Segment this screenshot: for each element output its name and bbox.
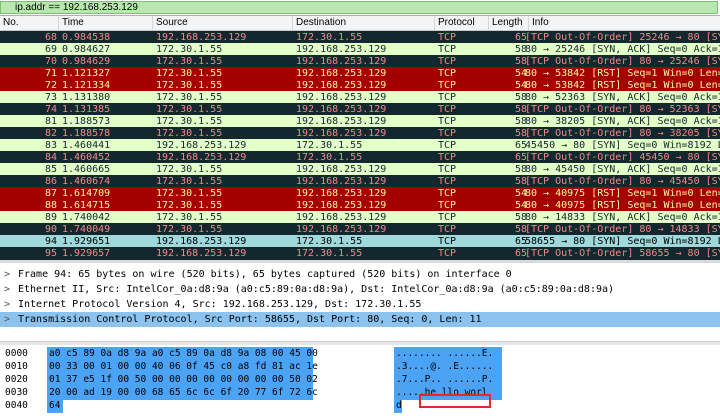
expand-chevron-icon[interactable]: > [4,282,10,297]
packet-list[interactable]: 68 0.984538 192.168.253.129 172.30.1.55 TCP 6… [0,31,720,260]
detail-tree-item[interactable]: > Internet Protocol Version 4, Src: 192.1… [0,297,720,312]
packet-cell-src: 192.168.253.129 [156,248,247,259]
column-header-time[interactable]: Time [62,17,84,29]
hex-dump-row: 0020 01 37 e5 1f 00 50 00 00 00 00 00 00 … [0,373,720,387]
hex-offset: 0010 [5,361,28,372]
packet-cell-dst: 172.30.1.55 [296,248,363,259]
hex-dump-row: 0040 64 d [0,399,720,413]
packet-cell-no: 95 [44,248,57,259]
display-filter-bar: ip.addr == 192.168.253.129 [0,0,720,16]
column-header-destination[interactable]: Destination [296,17,346,29]
hex-dump-row: 0010 00 33 00 01 00 00 40 06 0f 45 c0 a8 … [0,360,720,374]
expand-chevron-icon[interactable]: > [4,267,10,282]
packet-bytes-pane[interactable]: 0000 a0 c5 89 0a d8 9a a0 c5 89 0a d8 9a … [0,347,720,420]
detail-tree-item[interactable]: > Transmission Control Protocol, Src Port… [0,312,720,327]
expand-chevron-icon[interactable]: > [4,312,10,327]
expand-chevron-icon[interactable]: > [4,297,10,312]
hex-offset: 0020 [5,374,28,385]
hex-bytes[interactable]: 64 [49,399,60,413]
detail-tree-label: Frame 94: 65 bytes on wire (520 bits), 6… [18,269,512,280]
hex-bytes[interactable]: a0 c5 89 0a d8 9a a0 c5 89 0a d8 9a 08 0… [49,347,318,361]
detail-tree-label: Internet Protocol Version 4, Src: 192.16… [18,299,422,310]
hex-offset: 0040 [5,400,28,411]
hex-bytes[interactable]: 20 00 ad 19 00 00 68 65 6c 6c 6f 20 77 6… [49,386,318,400]
packet-list-header: No. Time Source Destination Protocol Len… [0,16,720,31]
hex-bytes[interactable]: 01 37 e5 1f 00 50 00 00 00 00 00 00 00 0… [49,373,318,387]
detail-tree-label: Ethernet II, Src: IntelCor_0a:d8:9a (a0:… [18,284,615,295]
annotation-highlight-box [419,394,491,408]
column-header-protocol[interactable]: Protocol [438,17,475,29]
hex-dump-row: 0000 a0 c5 89 0a d8 9a a0 c5 89 0a d8 9a … [0,347,720,361]
pane-splitter-bottom[interactable] [0,341,720,345]
ascii-bytes[interactable]: ........ ......E. [396,347,493,361]
detail-tree-item[interactable]: > Ethernet II, Src: IntelCor_0a:d8:9a (a0… [0,282,720,297]
column-header-length[interactable]: Length [492,17,523,29]
ascii-bytes[interactable]: d [396,399,402,413]
display-filter-input[interactable]: ip.addr == 192.168.253.129 [0,1,718,14]
hex-dump-row: 0030 20 00 ad 19 00 00 68 65 6c 6c 6f 20 … [0,386,720,400]
hex-offset: 0030 [5,387,28,398]
detail-tree-label: Transmission Control Protocol, Src Port:… [18,314,482,325]
hex-bytes[interactable]: 00 33 00 01 00 00 40 06 0f 45 c0 a8 fd 8… [49,360,318,374]
packet-row[interactable]: 95 1.929657 192.168.253.129 172.30.1.55 TCP 6… [0,247,720,260]
column-header-no[interactable]: No. [3,17,19,29]
hex-offset: 0000 [5,348,28,359]
column-header-source[interactable]: Source [156,17,188,29]
column-header-info[interactable]: Info [532,17,549,29]
ascii-bytes[interactable]: .7...P.. ......P. [396,373,493,387]
detail-tree-item[interactable]: > Frame 94: 65 bytes on wire (520 bits), … [0,267,720,282]
packet-cell-info: [TCP Out-Of-Order] 58655 → 80 [SYN] [525,248,720,259]
packet-cell-time: 1.929657 [62,248,111,259]
ascii-bytes[interactable]: .3....@. .E...... [396,360,493,374]
packet-details-tree[interactable]: > Frame 94: 65 bytes on wire (520 bits), … [0,263,720,341]
packet-cell-proto: TCP [438,248,457,259]
